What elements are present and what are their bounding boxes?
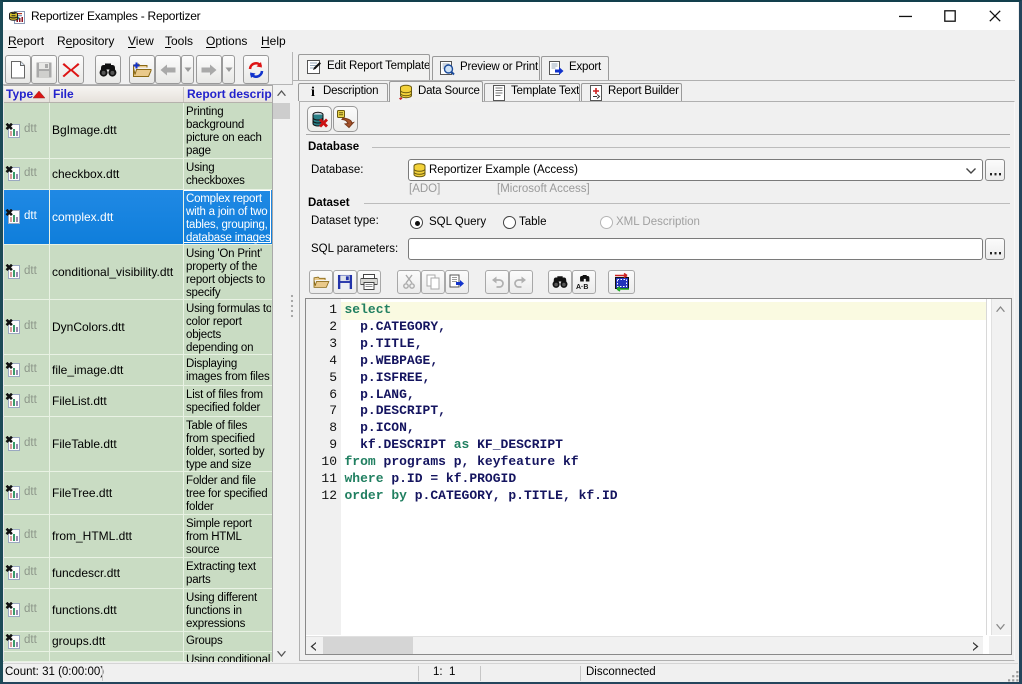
svg-text:A·B: A·B	[576, 284, 588, 290]
